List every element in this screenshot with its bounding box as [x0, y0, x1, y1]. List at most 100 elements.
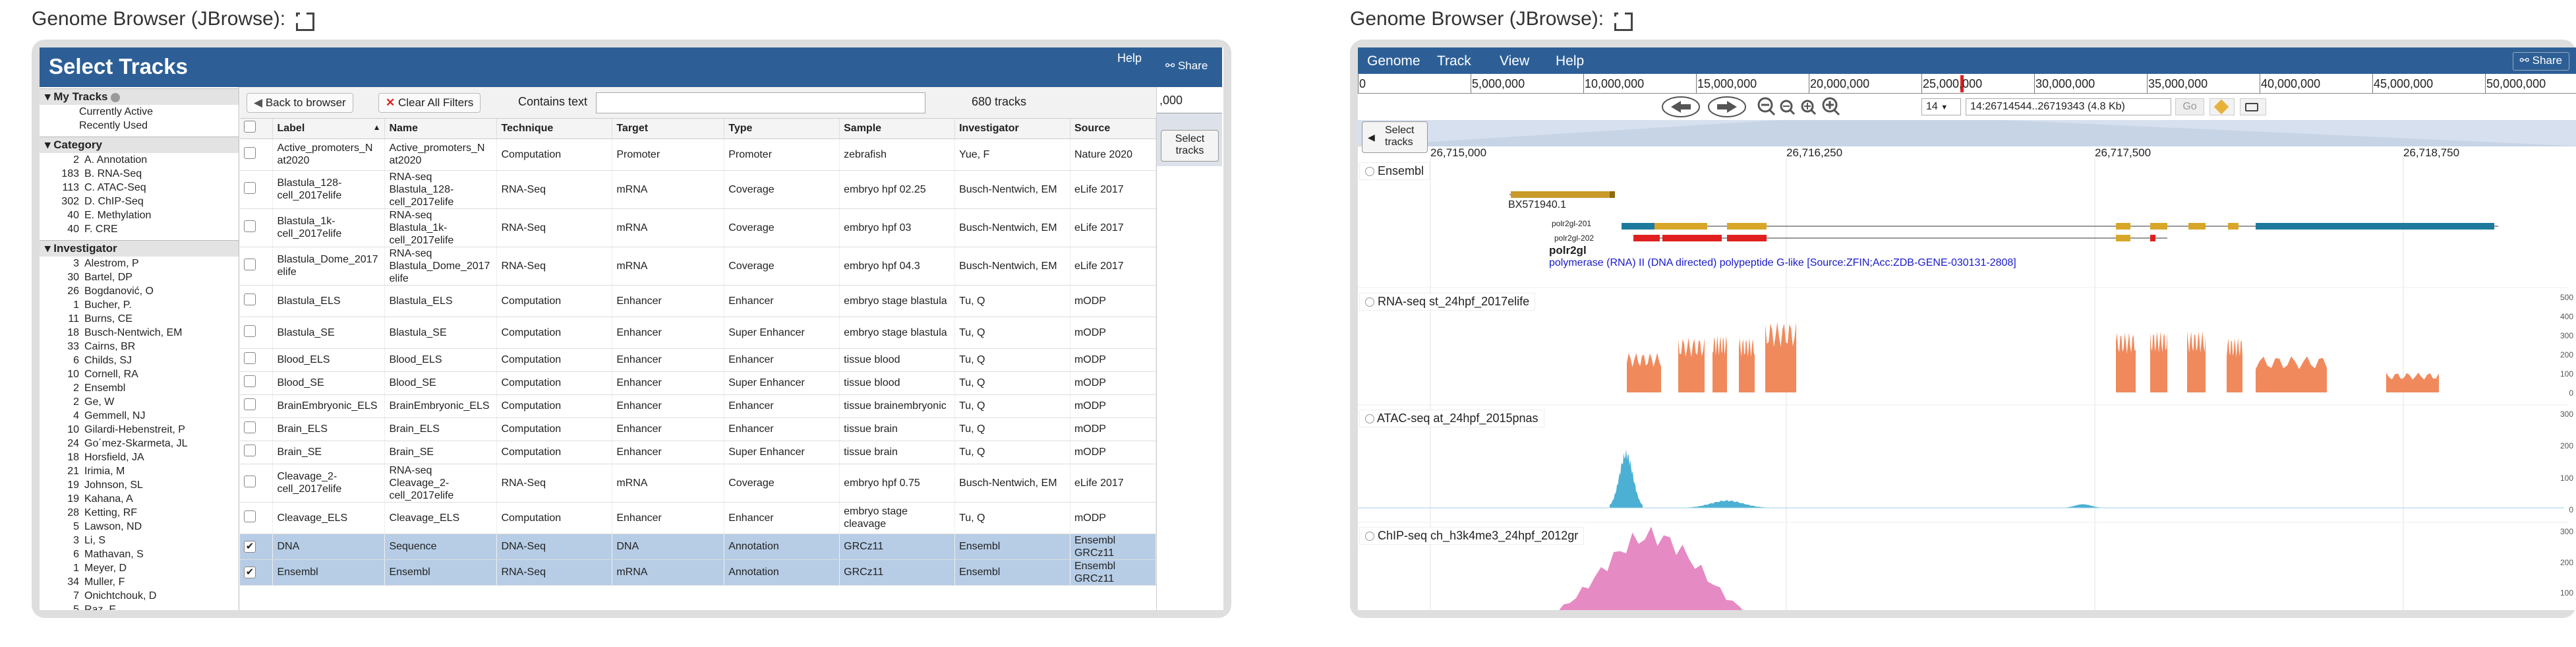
- fullscreen-icon[interactable]: [1612, 11, 1633, 32]
- investigator-facet-item[interactable]: 4 Gemmell, NJ: [40, 409, 239, 423]
- investigator-facet-item[interactable]: 19 Kahana, A: [40, 492, 239, 506]
- track-label-rnaseq[interactable]: RNA-seq st_24hpf_2017elife: [1359, 293, 1536, 311]
- help-link[interactable]: Help: [1117, 51, 1142, 65]
- category-facet-item[interactable]: 183 B. RNA-Seq: [40, 167, 239, 181]
- go-button[interactable]: Go: [2175, 98, 2204, 115]
- table-row[interactable]: BrainEmbryonic_ELS BrainEmbryonic_ELS Comp…: [240, 394, 1157, 418]
- share-button[interactable]: ⚯ Share: [2512, 52, 2569, 71]
- row-checkbox[interactable]: ✔: [240, 534, 274, 560]
- select-all-checkbox[interactable]: [240, 119, 274, 139]
- table-row[interactable]: Brain_ELS Brain_ELS Computation Enhancer Enh…: [240, 417, 1157, 441]
- table-row[interactable]: ✔ Ensembl Ensembl RNA-Seq mRNA Annotation GRCz…: [240, 559, 1157, 586]
- menu-view[interactable]: View: [1500, 53, 1529, 69]
- zoom-in-icon[interactable]: [1801, 100, 1817, 115]
- track-close-icon[interactable]: [1365, 414, 1374, 424]
- investigator-facet-item[interactable]: 5 Raz, E: [40, 603, 239, 610]
- zoom-out-icon[interactable]: [1780, 100, 1796, 115]
- category-facet-item[interactable]: 113 C. ATAC-Seq: [40, 181, 239, 195]
- row-checkbox[interactable]: [240, 317, 274, 349]
- track-options-button[interactable]: [2240, 98, 2266, 115]
- investigator-facet-item[interactable]: 10 Cornell, RA: [40, 367, 239, 381]
- investigator-facet-item[interactable]: 6 Mathavan, S: [40, 547, 239, 561]
- table-row[interactable]: Cleavage_2-cell_2017elife RNA-seq Cleavag…: [240, 464, 1157, 503]
- row-checkbox[interactable]: ✔: [240, 559, 274, 586]
- row-checkbox[interactable]: [240, 371, 274, 395]
- category-facet-item[interactable]: 40 F. CRE: [40, 222, 239, 236]
- table-row[interactable]: Blood_SE Blood_SE Computation Enhancer Super…: [240, 371, 1157, 395]
- table-row[interactable]: Blastula_Dome_2017 elife RNA-seq Blastula…: [240, 247, 1157, 286]
- investigator-facet-item[interactable]: 3 Li, S: [40, 534, 239, 547]
- behind-select-tracks-button[interactable]: Select tracks: [1161, 130, 1219, 162]
- column-header-name[interactable]: Name: [384, 119, 498, 139]
- investigator-facet-item[interactable]: 3 Alestrom, P: [40, 257, 239, 270]
- row-checkbox[interactable]: [240, 285, 274, 317]
- category-facet-item[interactable]: 2 A. Annotation: [40, 153, 239, 167]
- recently-used-filter[interactable]: Recently Used: [40, 119, 239, 133]
- row-checkbox[interactable]: [240, 417, 274, 441]
- row-checkbox[interactable]: [240, 208, 274, 247]
- investigator-facet-item[interactable]: 24 Go´mez-Skarmeta, JL: [40, 437, 239, 450]
- zoom-in-more-icon[interactable]: [1822, 97, 1840, 116]
- currently-active-filter[interactable]: Currently Active: [40, 105, 239, 119]
- investigator-facet-item[interactable]: 21 Irimia, M: [40, 464, 239, 478]
- table-row[interactable]: Blastula_128-cell_2017elife RNA-seq Blast…: [240, 170, 1157, 209]
- contains-text-input[interactable]: [596, 92, 925, 113]
- category-facet-item[interactable]: 40 E. Methylation: [40, 208, 239, 222]
- investigator-facet-item[interactable]: 2 Ge, W: [40, 395, 239, 409]
- investigator-facet-item[interactable]: 30 Bartel, DP: [40, 270, 239, 284]
- table-row[interactable]: Blastula_ELS Blastula_ELS Computation Enhan…: [240, 285, 1157, 317]
- row-checkbox[interactable]: [240, 394, 274, 418]
- investigator-facet-item[interactable]: 7 Onichtchouk, D: [40, 589, 239, 603]
- location-input[interactable]: 14:26714544..26719343 (4.8 Kb): [1966, 98, 2171, 115]
- column-header-investigator[interactable]: Investigator: [954, 119, 1070, 139]
- investigator-facet-item[interactable]: 1 Bucher, P.: [40, 298, 239, 312]
- investigator-facet-item[interactable]: 34 Muller, F: [40, 575, 239, 589]
- investigator-facet-item[interactable]: 5 Lawson, ND: [40, 520, 239, 534]
- table-row[interactable]: Blastula_SE Blastula_SE Computation Enhance…: [240, 317, 1157, 349]
- column-header-technique[interactable]: Technique: [496, 119, 613, 139]
- row-checkbox[interactable]: [240, 348, 274, 372]
- column-header-source[interactable]: Source: [1070, 119, 1157, 139]
- column-header-sample[interactable]: Sample: [839, 119, 956, 139]
- row-checkbox[interactable]: [240, 247, 274, 286]
- behind-share-button[interactable]: ⚯ Share: [1165, 59, 1208, 73]
- menu-help[interactable]: Help: [1556, 53, 1584, 69]
- investigator-facet-item[interactable]: 18 Busch-Nentwich, EM: [40, 326, 239, 340]
- investigator-facet-item[interactable]: 33 Cairns, BR: [40, 340, 239, 354]
- row-checkbox[interactable]: [240, 441, 274, 464]
- row-checkbox[interactable]: [240, 502, 274, 534]
- investigator-facet-item[interactable]: 28 Ketting, RF: [40, 506, 239, 520]
- category-facet-item[interactable]: 302 D. ChIP-Seq: [40, 195, 239, 208]
- clear-filters-button[interactable]: ✕ Clear All Filters: [378, 93, 481, 113]
- my-tracks-header[interactable]: ▾ My Tracks: [40, 88, 239, 105]
- track-label-chip[interactable]: ChIP-seq ch_h3k4me3_24hpf_2012gr: [1359, 527, 1585, 545]
- track-close-icon[interactable]: [1365, 167, 1374, 177]
- menu-genome[interactable]: Genome: [1367, 53, 1420, 69]
- investigator-facet-item[interactable]: 2 Ensembl: [40, 381, 239, 395]
- category-header[interactable]: ▾ Category: [40, 137, 239, 153]
- zoom-out-more-icon[interactable]: [1757, 97, 1776, 116]
- track-close-icon[interactable]: [1365, 532, 1374, 541]
- row-checkbox[interactable]: [240, 139, 274, 171]
- track-close-icon[interactable]: [1365, 297, 1374, 307]
- table-row[interactable]: Blastula_1k-cell_2017elife RNA-seq Blastu…: [240, 208, 1157, 247]
- table-row[interactable]: ✔ DNA Sequence DNA-Seq DNA Annotation GRCz11 En…: [240, 534, 1157, 560]
- track-label-ensembl[interactable]: Ensembl: [1359, 162, 1430, 180]
- highlight-button[interactable]: [2210, 98, 2235, 115]
- column-header-label[interactable]: Label ▲: [272, 119, 386, 139]
- investigator-header[interactable]: ▾ Investigator: [40, 240, 239, 257]
- column-header-target[interactable]: Target: [612, 119, 725, 139]
- investigator-facet-item[interactable]: 1 Meyer, D: [40, 561, 239, 575]
- back-to-browser-button[interactable]: ◀ Back to browser: [247, 93, 353, 113]
- investigator-facet-item[interactable]: 26 Bogdanović, O: [40, 284, 239, 298]
- fullscreen-icon[interactable]: [294, 11, 315, 32]
- table-row[interactable]: Blood_ELS Blood_ELS Computation Enhancer Enh…: [240, 348, 1157, 372]
- track-label-atac[interactable]: ATAC-seq at_24hpf_2015pnas: [1359, 410, 1544, 427]
- table-row[interactable]: Cleavage_ELS Cleavage_ELS Computation Enhan…: [240, 502, 1157, 534]
- row-checkbox[interactable]: [240, 464, 274, 503]
- table-row[interactable]: Active_promoters_N at2020 Active_promoter…: [240, 139, 1157, 171]
- menu-track[interactable]: Track: [1437, 53, 1471, 69]
- table-row[interactable]: Brain_SE Brain_SE Computation Enhancer Super…: [240, 441, 1157, 464]
- overview-ruler[interactable]: 0 5,000,000 10,000,000 15,000,000 20,000,000…: [1358, 74, 2576, 94]
- investigator-facet-item[interactable]: 6 Childs, SJ: [40, 354, 239, 367]
